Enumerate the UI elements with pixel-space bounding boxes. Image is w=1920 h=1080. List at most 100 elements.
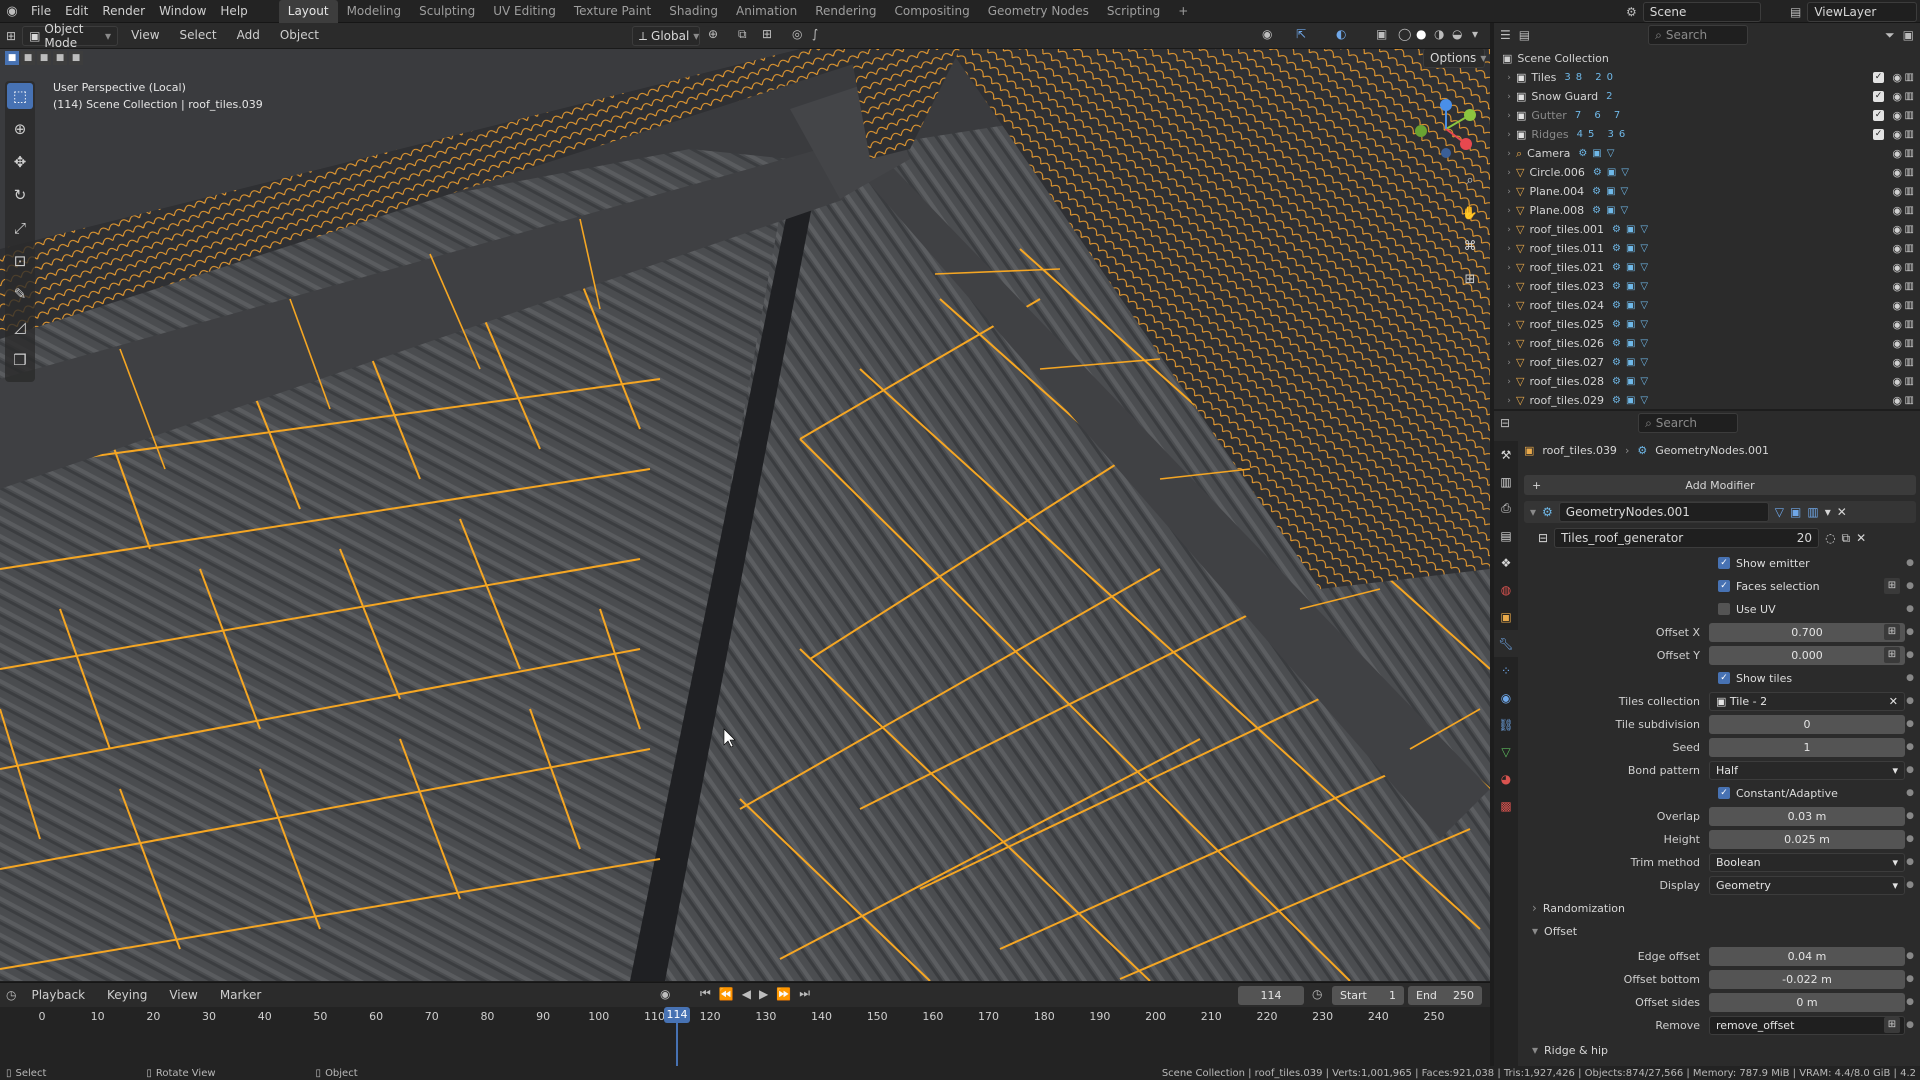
- expand-chevron-icon[interactable]: ›: [1502, 301, 1516, 311]
- tab-texture-paint[interactable]: Texture Paint: [565, 0, 660, 23]
- outliner-item[interactable]: › ⌕ Camera ⚙▣▽ ◉ ▥: [1502, 144, 1916, 163]
- shading-wire-icon[interactable]: ◯: [1398, 27, 1411, 41]
- vp-menu-select[interactable]: Select: [173, 24, 224, 47]
- vp-menu-add[interactable]: Add: [230, 24, 267, 47]
- offset-sides-field[interactable]: 0 m: [1709, 992, 1905, 1012]
- menu-help[interactable]: Help: [213, 0, 254, 23]
- eye-icon[interactable]: ◉: [1892, 318, 1902, 331]
- outliner-item[interactable]: › ▽ roof_tiles.027 ⚙▣▽ ◉ ▥: [1502, 353, 1916, 372]
- snap-grid-icon[interactable]: ⊞: [762, 27, 772, 41]
- offset-x-field[interactable]: 0.700: [1709, 622, 1905, 642]
- show-emitter-checkbox[interactable]: ✓ Show emitter: [1718, 557, 1810, 570]
- render-camera-icon[interactable]: ▥: [1905, 129, 1914, 140]
- timeline-editor-icon[interactable]: ◷: [6, 988, 16, 1002]
- eye-icon[interactable]: ◉: [1892, 242, 1902, 255]
- texture-tab-icon[interactable]: ▩: [1494, 792, 1518, 819]
- world-tab-icon[interactable]: ◍: [1494, 576, 1518, 603]
- xray-icon[interactable]: ▣: [1376, 27, 1387, 41]
- collapse-chevron-icon[interactable]: ▾: [1530, 505, 1536, 519]
- render-camera-icon[interactable]: ▥: [1905, 395, 1914, 406]
- tab-sculpting[interactable]: Sculpting: [410, 0, 484, 23]
- select-extend-icon[interactable]: ■: [21, 51, 35, 65]
- expand-chevron-icon[interactable]: ›: [1502, 168, 1516, 178]
- camera-view-icon[interactable]: ⌘: [1457, 233, 1483, 259]
- data-tab-icon[interactable]: ▽: [1494, 738, 1518, 765]
- falloff-icon[interactable]: ∫: [812, 27, 818, 41]
- display-mode-icon[interactable]: ▤: [1519, 28, 1530, 42]
- tab-rendering[interactable]: Rendering: [806, 0, 885, 23]
- gizmo-x-axis[interactable]: [1460, 138, 1472, 150]
- eye-icon[interactable]: ◉: [1892, 337, 1902, 350]
- visibility-icon[interactable]: ◉: [1262, 27, 1272, 41]
- vp-menu-object[interactable]: Object: [273, 24, 326, 47]
- breadcrumb-object[interactable]: roof_tiles.039: [1542, 444, 1617, 457]
- edit-mode-toggle-icon[interactable]: ▽: [1775, 505, 1784, 519]
- exclude-checkbox[interactable]: ✓: [1873, 91, 1884, 102]
- material-tab-icon[interactable]: ◕: [1494, 765, 1518, 792]
- measure-icon[interactable]: ◿: [7, 314, 33, 340]
- eye-icon[interactable]: ◉: [1892, 185, 1902, 198]
- 3d-viewport[interactable]: User Perspective (Local) (114) Scene Col…: [0, 49, 1490, 981]
- overlays-icon[interactable]: ◐: [1336, 27, 1346, 41]
- timeline-menu-view[interactable]: View: [162, 984, 204, 1007]
- select-intersect-icon[interactable]: ■: [69, 51, 83, 65]
- vp-menu-view[interactable]: View: [124, 24, 166, 47]
- eye-icon[interactable]: ◉: [1892, 261, 1902, 274]
- outliner-item[interactable]: › ▣ Snow Guard 2 ✓ ◉ ▥: [1502, 87, 1916, 106]
- expand-chevron-icon[interactable]: ›: [1502, 396, 1516, 406]
- outliner-root[interactable]: ▣ Scene Collection: [1502, 49, 1916, 68]
- render-camera-icon[interactable]: ▥: [1905, 224, 1914, 235]
- outliner-item[interactable]: › ▽ roof_tiles.021 ⚙▣▽ ◉ ▥: [1502, 258, 1916, 277]
- gizmo-y-axis[interactable]: [1464, 109, 1476, 121]
- add-workspace-icon[interactable]: +: [1169, 0, 1197, 23]
- shading-solid-icon[interactable]: ●: [1416, 27, 1426, 41]
- transform-icon[interactable]: ⊡: [7, 248, 33, 274]
- outliner-item[interactable]: › ▽ Circle.006 ⚙▣▽ ◉ ▥: [1502, 163, 1916, 182]
- shading-rendered-icon[interactable]: ◒: [1452, 27, 1462, 41]
- outliner-item[interactable]: › ▽ roof_tiles.028 ⚙▣▽ ◉ ▥: [1502, 372, 1916, 391]
- tab-animation[interactable]: Animation: [727, 0, 806, 23]
- height-field[interactable]: 0.025 m: [1709, 829, 1905, 849]
- scene-field[interactable]: Scene: [1642, 1, 1761, 22]
- expand-chevron-icon[interactable]: ›: [1502, 111, 1516, 121]
- expand-chevron-icon[interactable]: ›: [1502, 320, 1516, 330]
- outliner-item[interactable]: › ▽ roof_tiles.026 ⚙▣▽ ◉ ▥: [1502, 334, 1916, 353]
- scene-icon[interactable]: ⚙: [1626, 5, 1637, 19]
- options-dropdown[interactable]: Options ▾: [1423, 49, 1486, 68]
- outliner-item[interactable]: › ▽ roof_tiles.023 ⚙▣▽ ◉ ▥: [1502, 277, 1916, 296]
- eye-icon[interactable]: ◉: [1892, 90, 1902, 103]
- tab-geometry-nodes[interactable]: Geometry Nodes: [979, 0, 1098, 23]
- add-cube-icon[interactable]: ❒: [7, 347, 33, 373]
- timeline-menu-playback[interactable]: Playback: [24, 984, 92, 1007]
- outliner-search-input[interactable]: ⌕ Search: [1648, 25, 1749, 45]
- menu-window[interactable]: Window: [152, 0, 213, 23]
- render-camera-icon[interactable]: ▥: [1905, 262, 1914, 273]
- clear-icon[interactable]: ✕: [1889, 695, 1898, 708]
- expand-chevron-icon[interactable]: ›: [1502, 282, 1516, 292]
- eye-icon[interactable]: ◉: [1892, 299, 1902, 312]
- expand-chevron-icon[interactable]: ›: [1502, 358, 1516, 368]
- select-subtract-icon[interactable]: ■: [37, 51, 51, 65]
- timeline-menu-marker[interactable]: Marker: [213, 984, 268, 1007]
- object-tab-icon[interactable]: ▣: [1494, 603, 1518, 630]
- tab-layout[interactable]: Layout: [278, 0, 338, 23]
- properties-editor-icon[interactable]: ⊟: [1500, 416, 1510, 430]
- attribute-toggle-icon[interactable]: ⊞: [1884, 624, 1900, 640]
- tab-shading[interactable]: Shading: [660, 0, 727, 23]
- edge-offset-field[interactable]: 0.04 m: [1709, 946, 1905, 966]
- preview-range-icon[interactable]: ◷: [1312, 987, 1322, 1001]
- jump-key-forward-icon[interactable]: ⏩: [776, 987, 791, 1001]
- expand-chevron-icon[interactable]: ›: [1502, 244, 1516, 254]
- randomization-panel[interactable]: › Randomization: [1524, 897, 1920, 919]
- outliner-item[interactable]: › ▽ Plane.008 ⚙▣▽ ◉ ▥: [1502, 201, 1916, 220]
- attribute-toggle-icon[interactable]: ⊞: [1884, 647, 1900, 663]
- eye-icon[interactable]: ◉: [1892, 280, 1902, 293]
- render-camera-icon[interactable]: ▥: [1905, 338, 1914, 349]
- shading-material-icon[interactable]: ◑: [1434, 27, 1444, 41]
- expand-chevron-icon[interactable]: ›: [1502, 339, 1516, 349]
- unlink-icon[interactable]: ✕: [1856, 531, 1866, 545]
- add-modifier-button[interactable]: + Add Modifier: [1524, 475, 1916, 495]
- expand-chevron-icon[interactable]: ›: [1502, 225, 1516, 235]
- outliner-item[interactable]: › ▽ roof_tiles.011 ⚙▣▽ ◉ ▥: [1502, 239, 1916, 258]
- tab-uv-editing[interactable]: UV Editing: [484, 0, 565, 23]
